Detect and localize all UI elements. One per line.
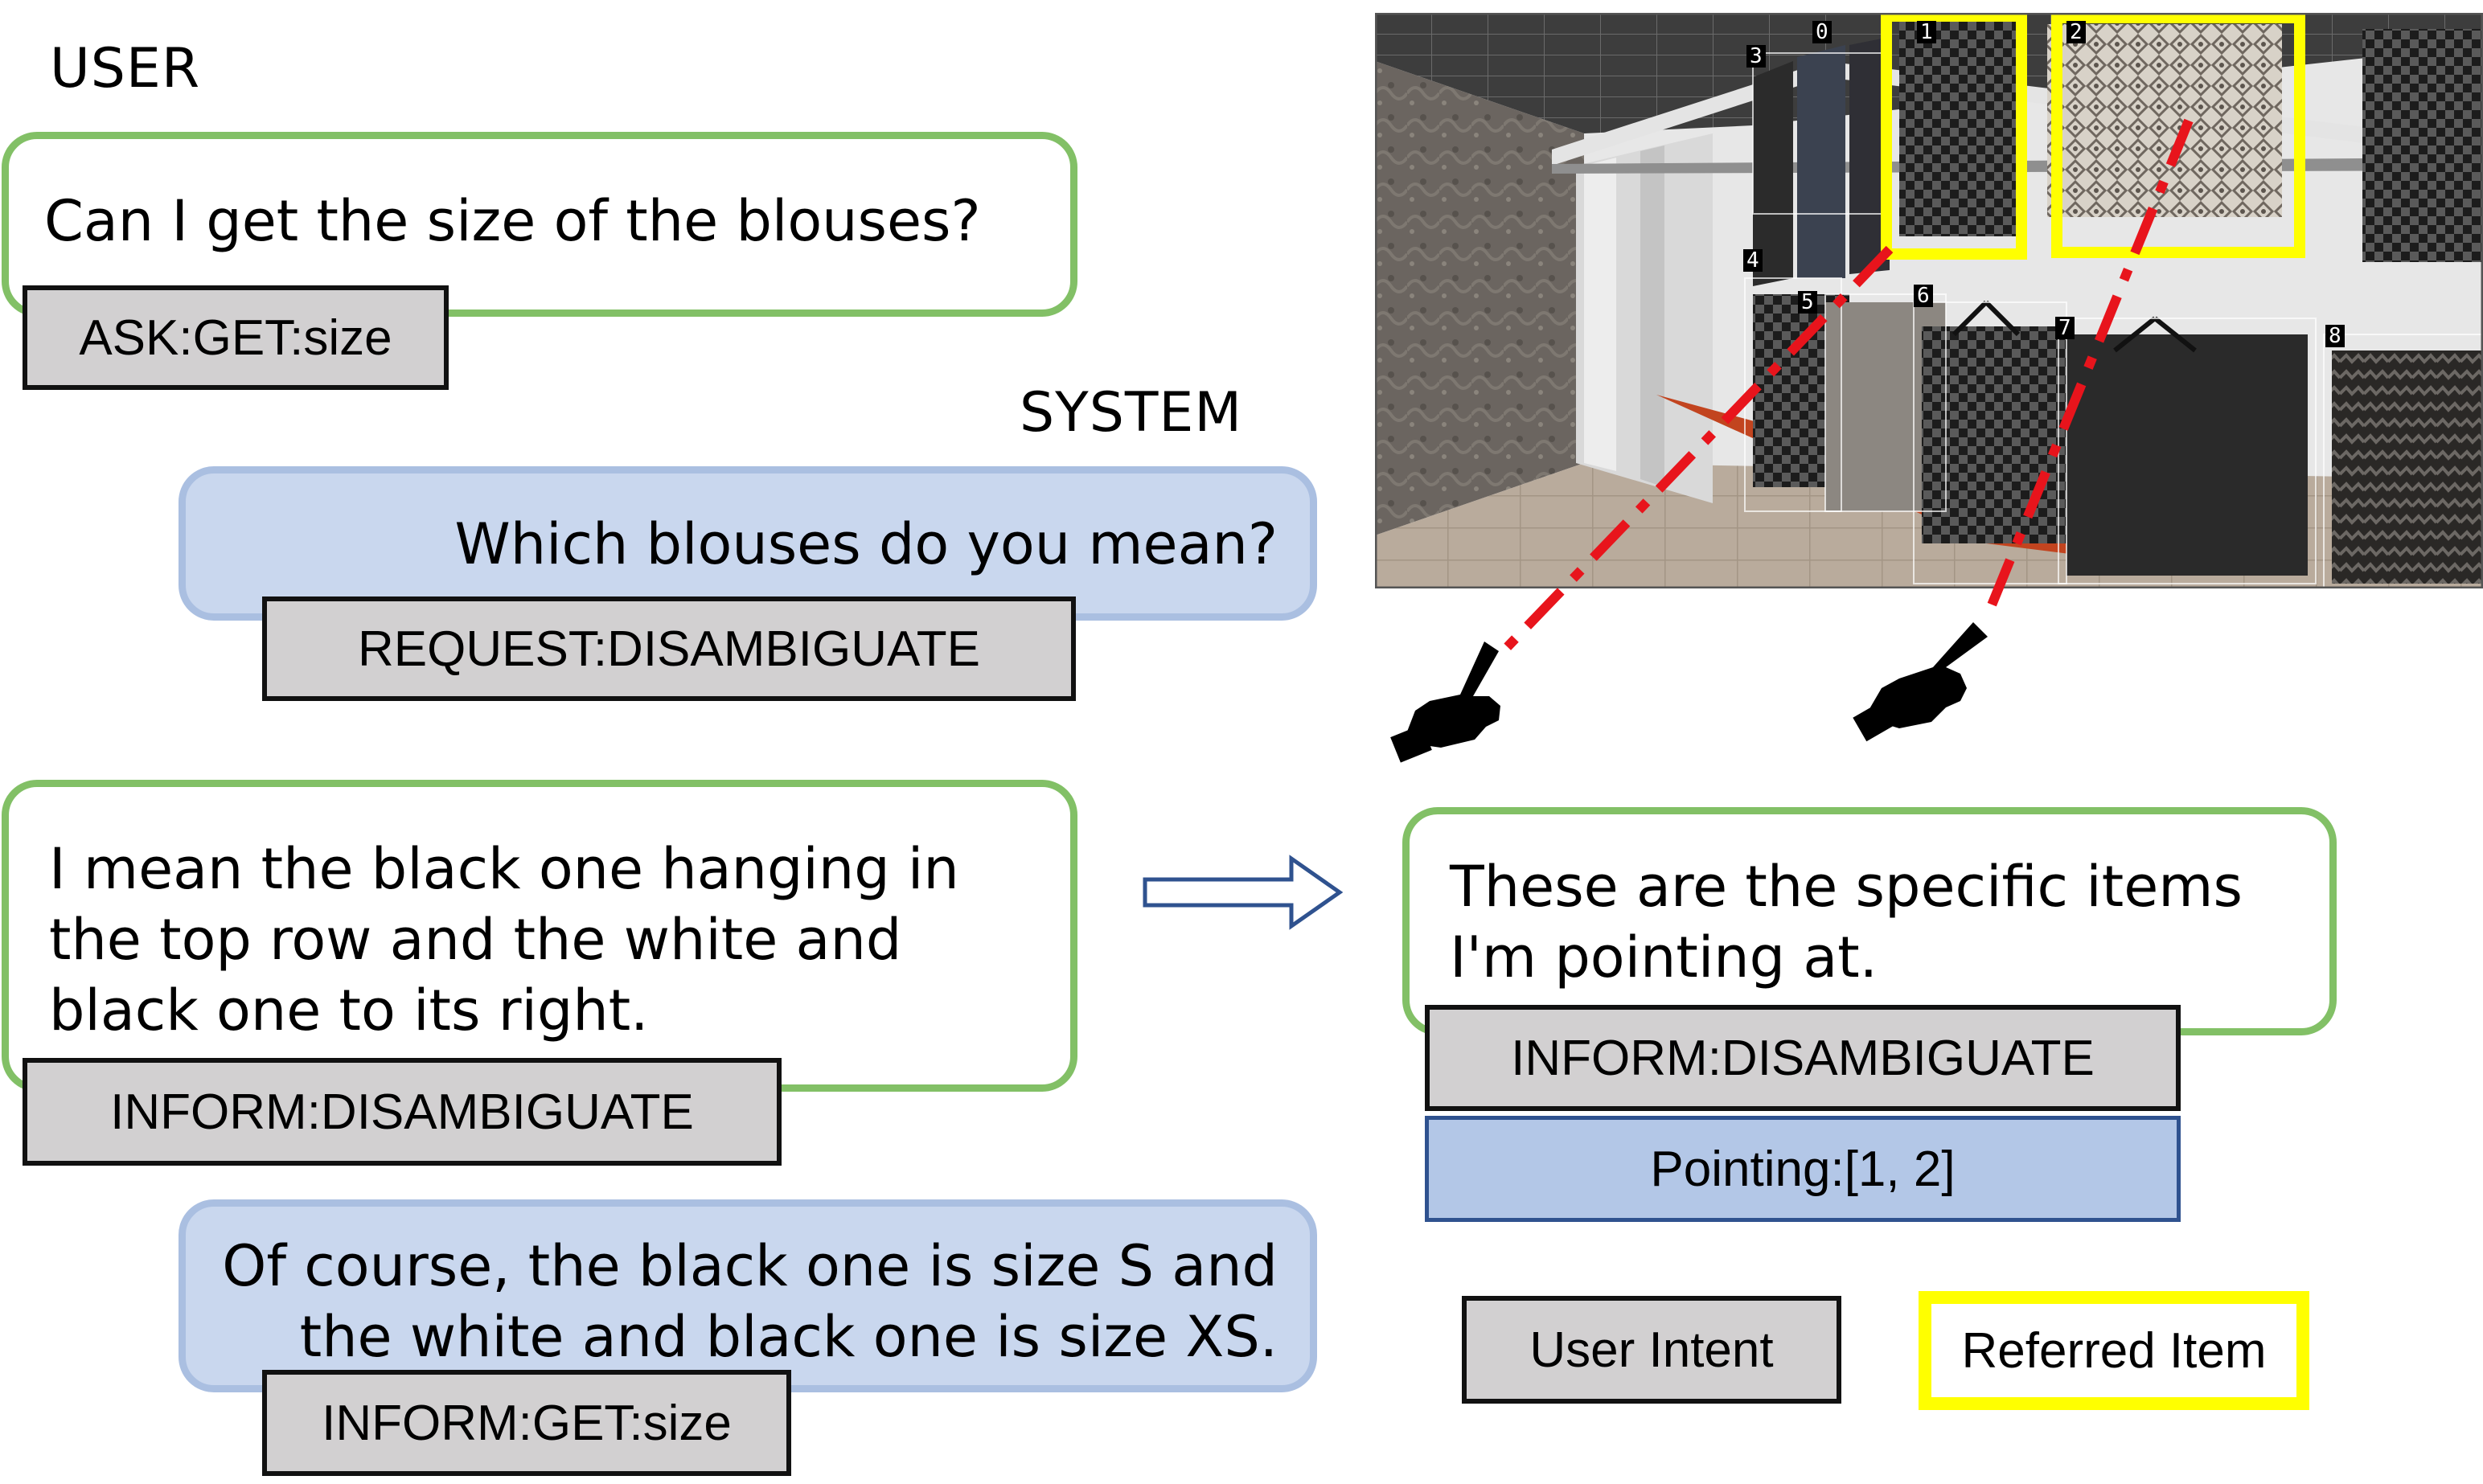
- intent-tag: INFORM:DISAMBIGUATE: [23, 1058, 782, 1166]
- item-id-label: 5: [1798, 291, 1817, 314]
- item-id-label: 8: [2325, 325, 2345, 347]
- intent-tag: INFORM:GET:size: [262, 1370, 791, 1476]
- utterance-text: Of course, the black one is size S and t…: [222, 1233, 1278, 1370]
- item-id-label: 0: [1812, 21, 1832, 43]
- arrow-right-icon: [1143, 855, 1343, 930]
- pointing-hand-icon: [1853, 622, 1988, 742]
- intent-tag: REQUEST:DISAMBIGUATE: [262, 596, 1076, 701]
- system-label: SYSTEM: [1020, 381, 1243, 445]
- user-label: USER: [50, 37, 201, 100]
- pointing-tag: Pointing:[1, 2]: [1425, 1116, 2181, 1222]
- multimodal-user-utterance: These are the specific items I'm pointin…: [1402, 807, 2337, 1035]
- item-id-label: 7: [2055, 317, 2075, 339]
- utterance-text: I mean the black one hanging in the top …: [49, 836, 959, 1043]
- item-id-label: 2: [2066, 21, 2086, 43]
- legend-referred-item: Referred Item: [1919, 1291, 2309, 1410]
- system-utterance-2: Of course, the black one is size S and t…: [179, 1199, 1317, 1392]
- utterance-text: Can I get the size of the blouses?: [44, 188, 981, 254]
- utterance-text: These are the specific items I'm pointin…: [1450, 854, 2243, 990]
- item-id-label: 3: [1746, 45, 1766, 68]
- intent-tag: ASK:GET:size: [23, 285, 449, 390]
- legend-user-intent: User Intent: [1462, 1296, 1841, 1404]
- item-id-label: 1: [1917, 21, 1936, 43]
- pointing-hand-icon: [1390, 642, 1500, 763]
- user-utterance-2: I mean the black one hanging in the top …: [2, 780, 1077, 1092]
- utterance-text: Which blouses do you mean?: [454, 511, 1278, 577]
- intent-tag: INFORM:DISAMBIGUATE: [1425, 1005, 2181, 1111]
- item-id-label: 6: [1914, 285, 1933, 307]
- figure: USER SYSTEM Can I get the size of the bl…: [0, 0, 2483, 1484]
- item-id-label: 4: [1743, 249, 1763, 272]
